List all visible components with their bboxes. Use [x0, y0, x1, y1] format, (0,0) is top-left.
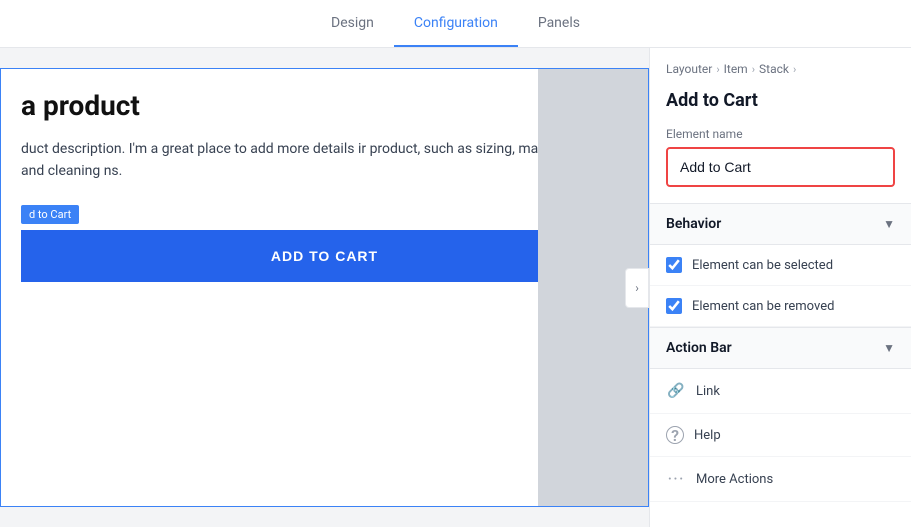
action-link-row[interactable]: 🔗 Link: [650, 369, 911, 414]
action-link-label: Link: [696, 384, 720, 399]
action-help-label: Help: [694, 428, 721, 443]
action-bar-label: Action Bar: [666, 340, 732, 356]
tab-panels[interactable]: Panels: [518, 1, 600, 47]
chevron-right-icon: ›: [635, 281, 639, 295]
nav-tabs: Design Configuration Panels: [311, 1, 600, 47]
breadcrumb-sep-1: ›: [716, 63, 719, 76]
product-description: duct description. I'm a great place to a…: [21, 138, 628, 183]
element-name-group: Element name: [650, 127, 911, 203]
breadcrumb-sep-2: ›: [752, 63, 755, 76]
more-actions-icon: ···: [666, 469, 686, 489]
checkbox-can-remove[interactable]: [666, 298, 682, 314]
product-card: a product duct description. I'm a great …: [0, 68, 649, 507]
checkbox-can-select-label: Element can be selected: [692, 258, 833, 273]
help-icon: ?: [666, 426, 684, 444]
breadcrumb-layouter[interactable]: Layouter: [666, 62, 712, 76]
checkbox-can-select[interactable]: [666, 257, 682, 273]
action-bar-arrow-icon: ▼: [883, 341, 895, 355]
action-more-label: More Actions: [696, 472, 773, 487]
section-title: Add to Cart: [650, 86, 911, 127]
link-icon: 🔗: [666, 381, 686, 401]
product-title: a product: [21, 89, 628, 122]
left-panel: a product duct description. I'm a great …: [0, 48, 649, 527]
element-name-input[interactable]: [666, 147, 895, 187]
behavior-label: Behavior: [666, 216, 721, 232]
right-panel: Layouter › Item › Stack › Add to Cart El…: [649, 48, 911, 527]
add-to-cart-badge: d to Cart: [21, 205, 79, 224]
main-layout: a product duct description. I'm a great …: [0, 48, 911, 527]
action-more-row[interactable]: ··· More Actions: [650, 457, 911, 502]
breadcrumb-sep-3: ›: [793, 63, 796, 76]
toggle-panel-button[interactable]: ›: [625, 268, 649, 308]
preview-area: a product duct description. I'm a great …: [0, 48, 649, 527]
checkbox-can-remove-row: Element can be removed: [650, 286, 911, 327]
element-name-label: Element name: [666, 127, 895, 141]
add-to-cart-button[interactable]: ADD TO CART: [21, 230, 628, 282]
behavior-section-header[interactable]: Behavior ▼: [650, 203, 911, 245]
breadcrumb-stack[interactable]: Stack: [759, 62, 789, 76]
checkbox-can-remove-label: Element can be removed: [692, 299, 834, 314]
action-bar-section-header[interactable]: Action Bar ▼: [650, 327, 911, 369]
checkbox-can-select-row: Element can be selected: [650, 245, 911, 286]
behavior-arrow-icon: ▼: [883, 217, 895, 231]
action-help-row[interactable]: ? Help: [650, 414, 911, 457]
breadcrumb: Layouter › Item › Stack ›: [650, 48, 911, 86]
tab-design[interactable]: Design: [311, 1, 394, 47]
top-nav: Design Configuration Panels: [0, 0, 911, 48]
breadcrumb-item[interactable]: Item: [724, 62, 748, 76]
tab-configuration[interactable]: Configuration: [394, 1, 518, 47]
